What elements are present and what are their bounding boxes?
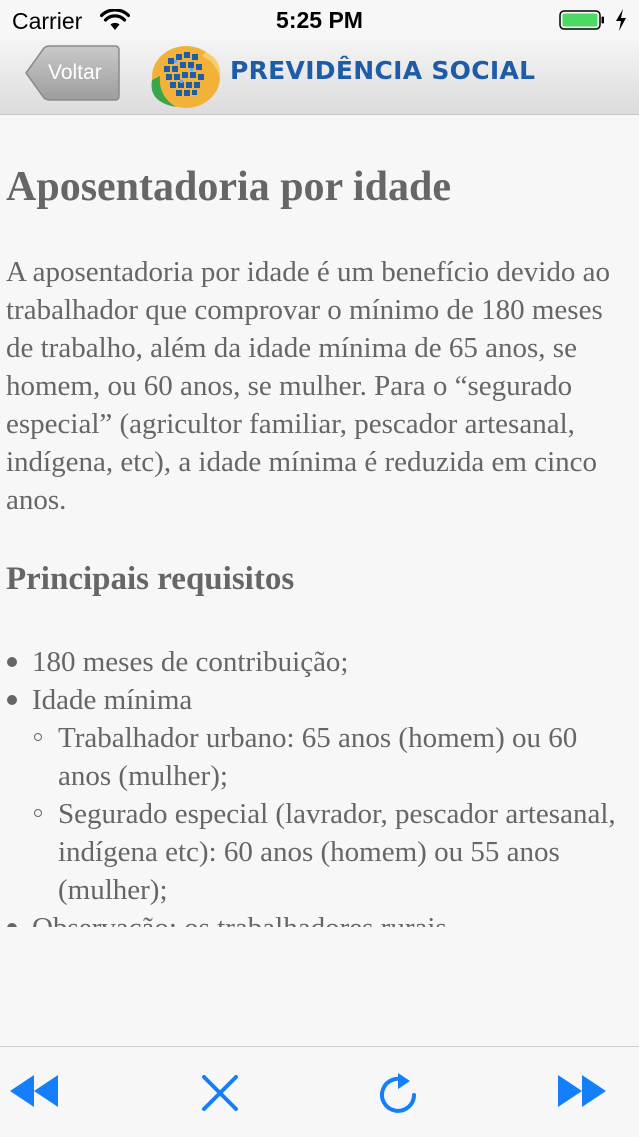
requirements-heading: Principais requisitos [6, 561, 295, 597]
close-icon [202, 1075, 238, 1111]
intro-paragraph: A aposentadoria por idade é um benefício… [6, 256, 610, 516]
back-button-label: Voltar [48, 61, 102, 84]
header-bar: Voltar PREVIDÊNCIA SOCIAL [0, 40, 639, 115]
article-content[interactable]: Aposentadoria por idade A aposentadoria … [0, 115, 639, 927]
page-title: Aposentadoria por idade [6, 164, 451, 210]
bottom-toolbar [0, 1046, 639, 1137]
rewind-button[interactable] [8, 1071, 64, 1115]
reload-button[interactable] [376, 1071, 432, 1115]
fast-forward-button[interactable] [556, 1071, 612, 1115]
list-item: Idade mínima Trabalhador urbano: 65 anos… [0, 681, 639, 909]
requirement-text: 180 meses de contribuição; [32, 646, 349, 678]
fast-forward-icon [558, 1075, 606, 1107]
status-bar: Carrier 5:25 PM [0, 0, 639, 40]
reload-icon [380, 1073, 416, 1113]
cut-off-text: Observação: os trabalhadores rurais [32, 912, 447, 927]
charging-bolt-icon [616, 9, 626, 31]
back-button[interactable]: Voltar [24, 44, 121, 102]
previdencia-logo-icon [151, 46, 221, 108]
age-sublist: Trabalhador urbano: 65 anos (homem) ou 6… [32, 719, 639, 909]
rewind-icon [10, 1075, 58, 1107]
stop-button[interactable] [198, 1071, 254, 1115]
clock: 5:25 PM [276, 7, 363, 33]
list-item: 180 meses de contribuição; [0, 643, 639, 681]
battery-icon [559, 10, 604, 30]
brand-name: PREVIDÊNCIA SOCIAL [230, 56, 536, 85]
sub-list-item: Trabalhador urbano: 65 anos (homem) ou 6… [32, 719, 618, 795]
requirement-text: Idade mínima [32, 684, 193, 716]
sub-list-item: Segurado especial (lavrador, pescador ar… [32, 795, 618, 909]
cut-off-line: Observação: os trabalhadores rurais [0, 909, 639, 927]
requirements-list: 180 meses de contribuição; Idade mínima … [0, 643, 639, 927]
